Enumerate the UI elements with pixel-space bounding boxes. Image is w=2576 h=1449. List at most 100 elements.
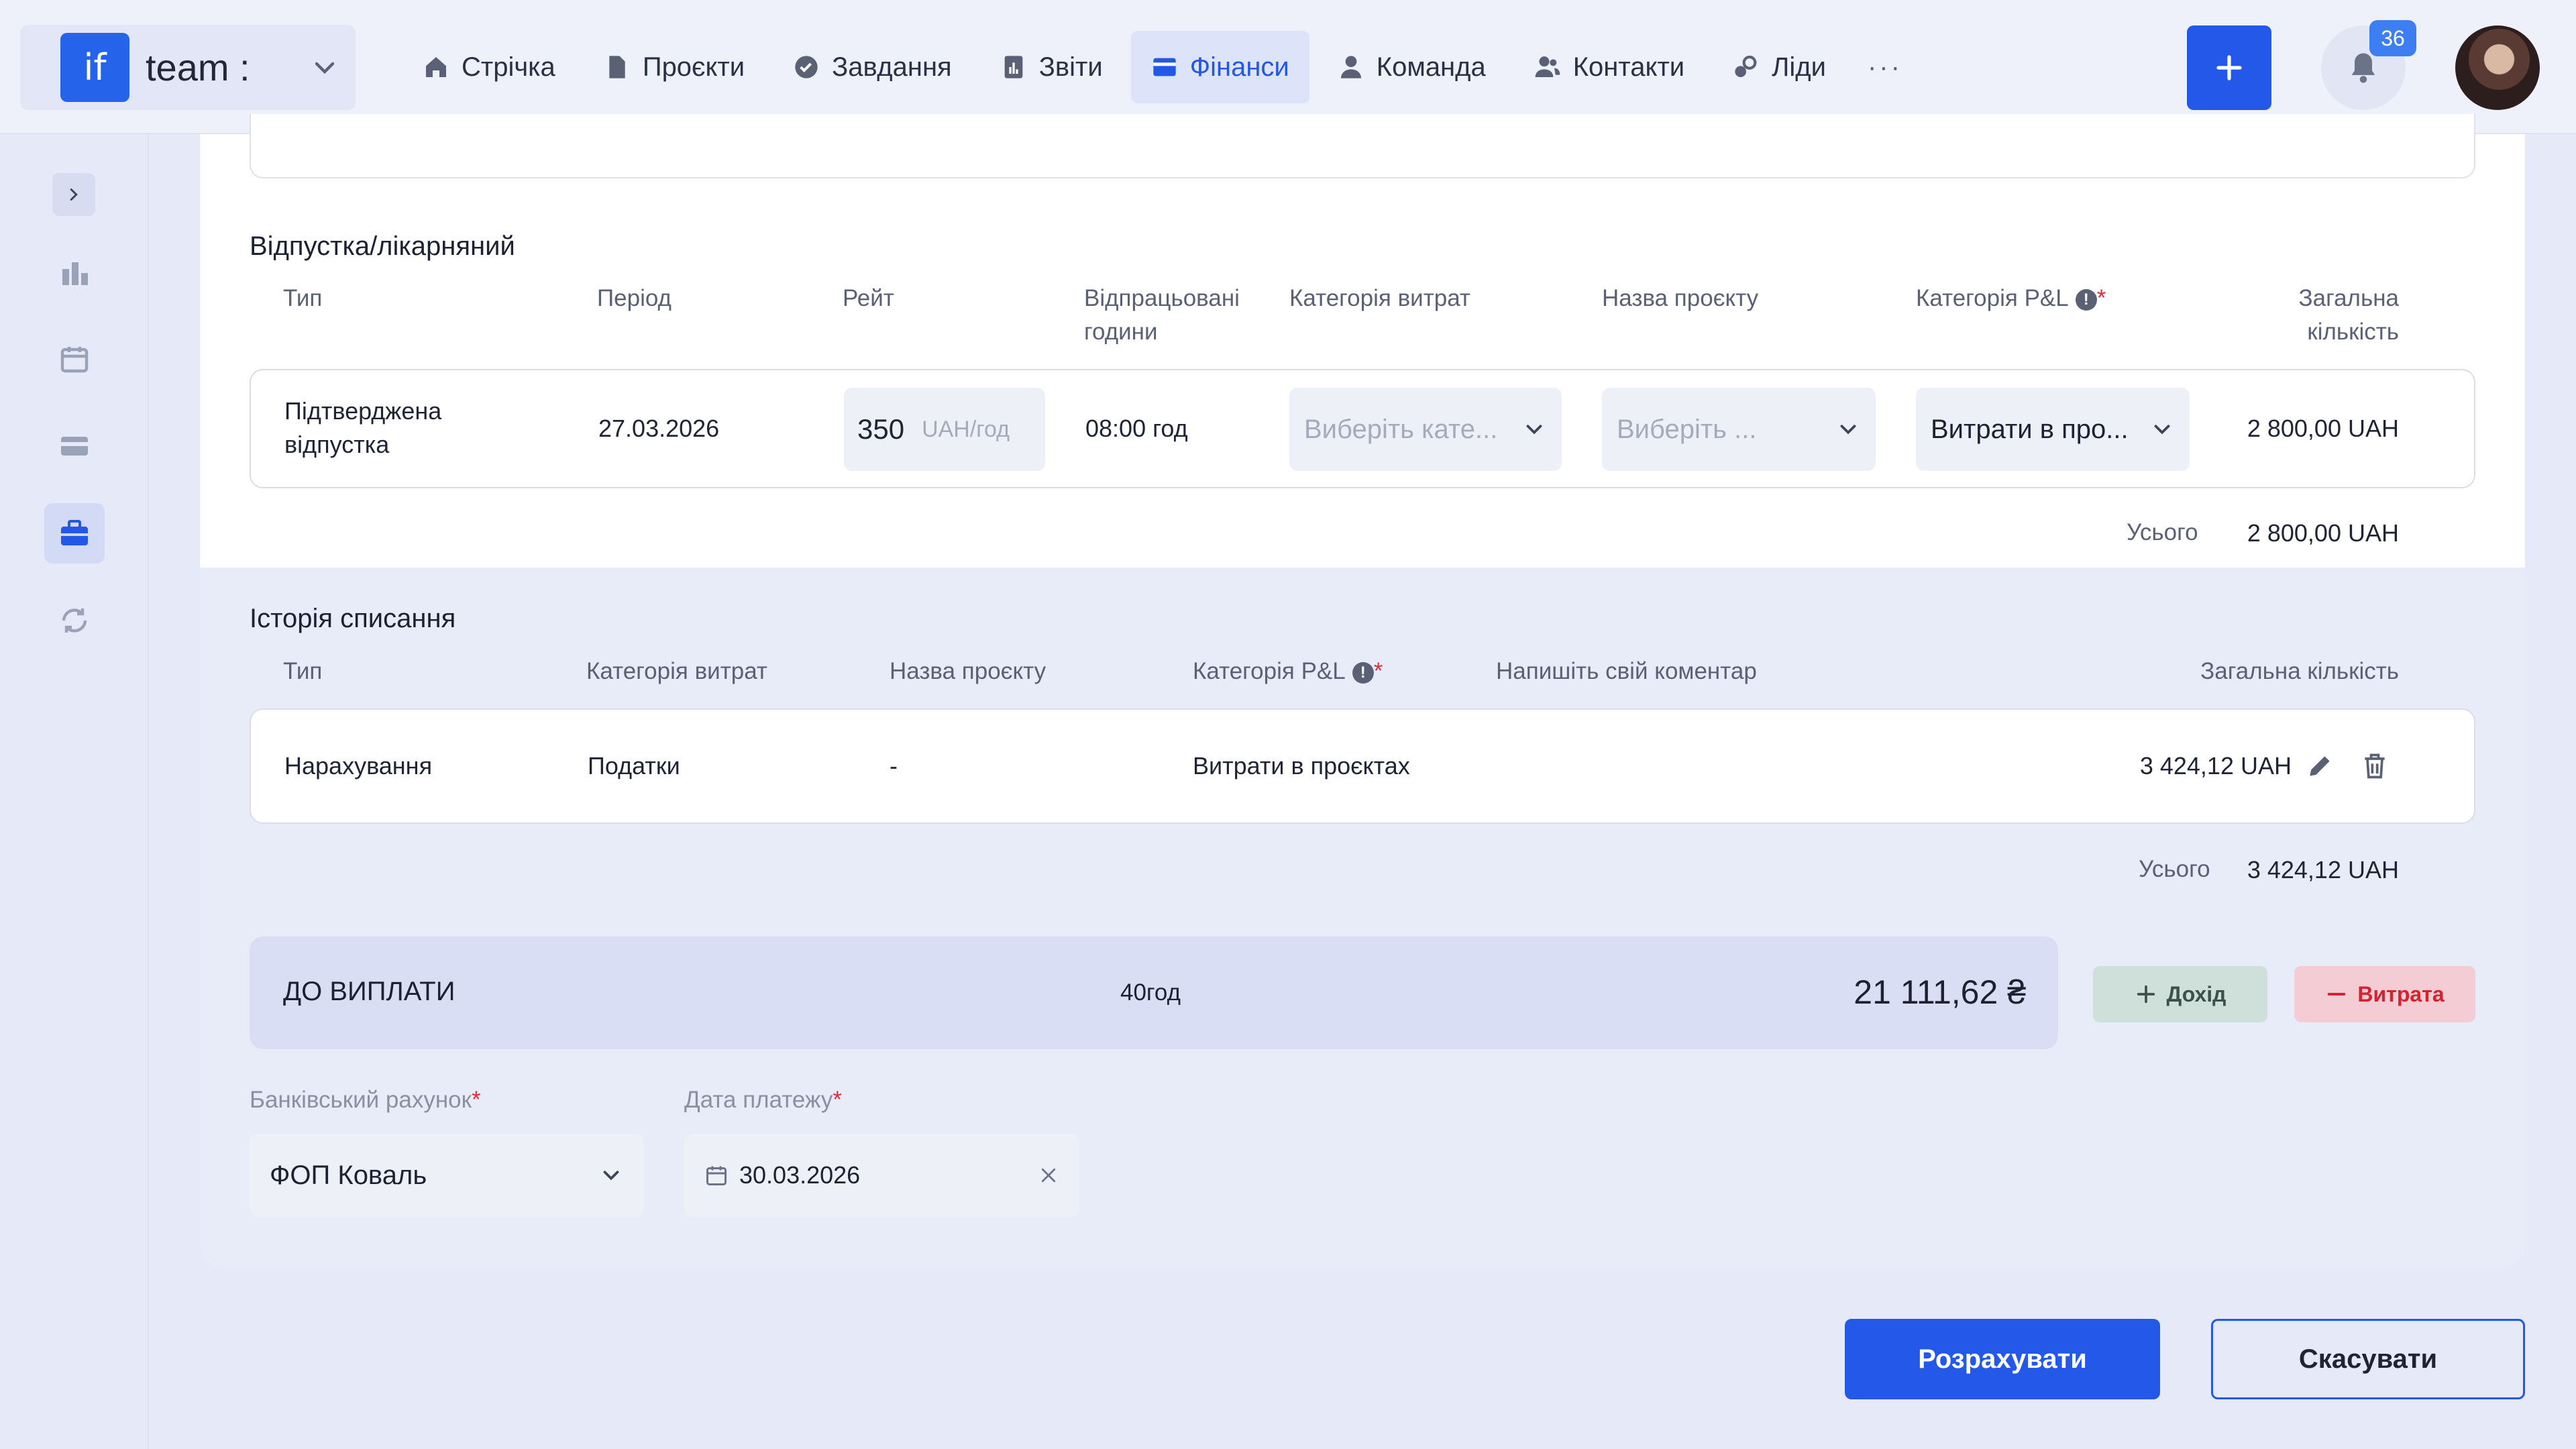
sidebar-item-analytics[interactable]	[44, 241, 105, 302]
sidebar-item-sync[interactable]	[44, 590, 105, 651]
col-expense-category: Категорія витрат	[1289, 285, 1470, 311]
nav-item-projects[interactable]: Проєкти	[584, 31, 765, 103]
col-total-line2: кількість	[2307, 319, 2399, 345]
hist-col-total: Загальна кількість	[2200, 658, 2399, 684]
nav-label: Команда	[1376, 52, 1486, 82]
vacation-type-line1: Підтверджена	[284, 397, 442, 425]
vacation-sum-value: 2 800,00 UAH	[2247, 519, 2399, 547]
nav-label: Стрічка	[462, 52, 555, 82]
income-label: Дохід	[2166, 981, 2226, 1006]
col-type: Тип	[283, 285, 323, 311]
sidebar	[0, 134, 149, 1449]
nav-item-tasks[interactable]: Завдання	[773, 31, 972, 103]
nav-label: Проєкти	[642, 52, 745, 82]
wallet-icon	[1153, 58, 1176, 76]
user-avatar[interactable]	[2455, 25, 2540, 110]
sidebar-item-payments[interactable]	[44, 416, 105, 476]
chevron-down-icon	[1526, 425, 1542, 435]
bank-account-select[interactable]: ФОП Коваль	[250, 1134, 644, 1217]
document-icon	[609, 56, 625, 78]
trash-icon[interactable]	[2360, 750, 2390, 782]
sidebar-item-calendar[interactable]	[44, 329, 105, 389]
nav-label: Ліди	[1772, 52, 1826, 82]
chart-icon	[62, 262, 88, 285]
person-icon	[1340, 56, 1361, 78]
payout-amount: 21 111,62 ₴	[1854, 973, 2026, 1011]
hist-col-pnl-category: Категорія P&L! *	[1193, 655, 1383, 688]
required-mark: *	[833, 1087, 842, 1113]
contacts-icon	[1535, 56, 1560, 77]
history-pnl-category: Витрати в проєктах	[1193, 752, 1410, 780]
hist-col-project-name: Назва проєкту	[890, 658, 1046, 684]
payout-hours: 40год	[1120, 979, 1181, 1006]
sidebar-expand-button[interactable]	[52, 173, 95, 216]
nav-item-team[interactable]: Команда	[1318, 31, 1506, 103]
history-sum-label: Усього	[2139, 856, 2210, 882]
chevron-down-icon	[2154, 425, 2170, 435]
refresh-icon	[62, 608, 87, 633]
project-select[interactable]: Виберіть ...	[1602, 388, 1876, 471]
report-icon	[1004, 56, 1023, 78]
col-pnl-label: Категорія P&L	[1916, 285, 2069, 311]
info-icon[interactable]: !	[2075, 288, 2097, 311]
nav-item-reports[interactable]: Звіти	[980, 31, 1123, 103]
info-icon[interactable]: !	[1352, 661, 1374, 684]
history-sum-value: 3 424,12 UAH	[2247, 856, 2399, 883]
required-mark: *	[1373, 658, 1383, 684]
col-hours-line2: години	[1084, 319, 1158, 345]
nav-item-feed[interactable]: Стрічка	[402, 31, 576, 103]
hist-col-pnl-label: Категорія P&L	[1193, 658, 1346, 684]
briefcase-icon	[61, 520, 88, 545]
nav-item-contacts[interactable]: Контакти	[1514, 31, 1705, 103]
worked-hours: 08:00 год	[1085, 415, 1188, 442]
edit-icon[interactable]	[2305, 751, 2334, 781]
minus-icon	[2328, 993, 2346, 996]
workspace-name: team :	[146, 46, 250, 89]
col-hours: Відпрацьовані години	[1084, 282, 1240, 349]
vacation-type: Підтверджена відпустка	[284, 394, 441, 462]
payment-date-input[interactable]: 30.03.2026	[684, 1134, 1079, 1217]
nav-label: Контакти	[1572, 52, 1685, 82]
col-total-line1: Загальна	[2298, 285, 2399, 311]
calculate-button[interactable]: Розрахувати	[1845, 1319, 2160, 1399]
plus-icon	[2216, 55, 2242, 80]
expense-category-placeholder: Виберіть кате...	[1304, 414, 1498, 444]
add-income-button[interactable]: Дохід	[2093, 966, 2267, 1022]
rate-value: 350	[857, 413, 905, 445]
vacation-sum-label: Усього	[2127, 519, 2198, 545]
add-button[interactable]	[2187, 25, 2271, 110]
pnl-category-select[interactable]: Витрати в про...	[1916, 388, 2190, 471]
chevron-down-icon	[603, 1171, 619, 1181]
nav-label: Фінанси	[1189, 52, 1289, 82]
col-total: Загальна кількість	[2241, 282, 2399, 349]
sidebar-item-payroll[interactable]	[44, 503, 105, 564]
main-nav: Стрічка Проєкти Завдання Звіти Фінанси К…	[402, 31, 1916, 103]
history-total: 3 424,12 UAH	[2139, 752, 2292, 780]
expense-category-select[interactable]: Виберіть кате...	[1289, 388, 1562, 471]
add-expense-button[interactable]: Витрата	[2294, 966, 2475, 1022]
nav-label: Завдання	[832, 52, 952, 82]
hist-col-type: Тип	[283, 658, 323, 684]
cancel-button[interactable]: Скасувати	[2211, 1319, 2525, 1399]
chevron-down-icon	[315, 62, 335, 74]
close-icon[interactable]	[1038, 1165, 1059, 1185]
calendar-icon	[60, 347, 89, 373]
leads-icon	[1735, 55, 1757, 77]
hist-col-expense-category: Категорія витрат	[586, 658, 767, 684]
col-project-name: Назва проєкту	[1602, 285, 1759, 311]
vacation-title: Відпустка/лікарняний	[250, 231, 515, 261]
chevron-down-icon	[1840, 425, 1856, 435]
bank-account-label-text: Банківський рахунок	[250, 1087, 472, 1113]
col-rate: Рейт	[843, 285, 894, 311]
workspace-switcher[interactable]: if team :	[20, 25, 356, 110]
nav-item-finance[interactable]: Фінанси	[1130, 31, 1309, 103]
history-expense-category: Податки	[588, 752, 680, 780]
check-circle-icon	[795, 56, 818, 78]
vacation-type-line2: відпустка	[284, 431, 390, 458]
payment-date-value: 30.03.2026	[739, 1161, 861, 1189]
card-icon	[61, 437, 88, 455]
nav-item-leads[interactable]: Ліди	[1713, 31, 1846, 103]
nav-more-button[interactable]: ···	[1854, 52, 1916, 83]
rate-input[interactable]: 350 UAH/год	[844, 388, 1045, 471]
plus-icon	[2137, 985, 2155, 1004]
